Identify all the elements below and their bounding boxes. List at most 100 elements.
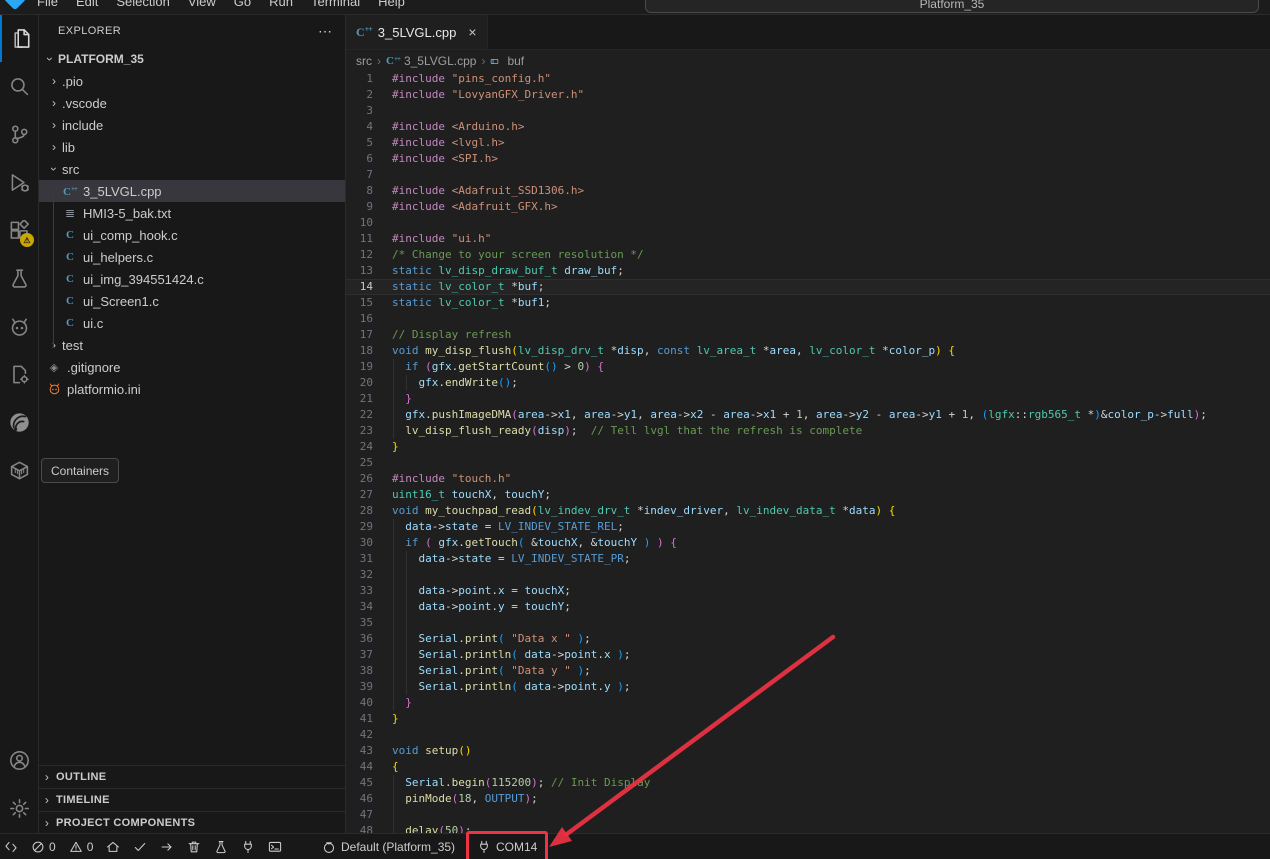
plug-icon <box>241 840 255 854</box>
pio-build-button[interactable] <box>133 834 147 859</box>
tree-item-ui-img-394551424-c[interactable]: Cui_img_394551424.c <box>38 268 345 290</box>
code-line-content: Serial.println( data->point.x ); <box>392 647 1270 663</box>
code-editor[interactable]: 1#include "pins_config.h"2#include "Lovy… <box>346 71 1270 834</box>
source-control-icon[interactable] <box>0 110 38 158</box>
serial-port-selector[interactable]: COM14 <box>477 834 537 859</box>
containers-icon[interactable] <box>0 446 38 494</box>
code-line-content: void my_disp_flush(lv_disp_drv_t *disp, … <box>392 343 1270 359</box>
tree-item-ui-helpers-c[interactable]: Cui_helpers.c <box>38 246 345 268</box>
close-icon[interactable]: × <box>468 24 476 40</box>
section-outline[interactable]: ›OUTLINE <box>38 765 345 788</box>
tree-item--vscode[interactable]: ›.vscode <box>38 92 345 114</box>
tree-item-label: HMI3-5_bak.txt <box>83 206 171 221</box>
explorer-more-actions-button[interactable]: ⋯ <box>318 23 333 40</box>
command-center-search[interactable]: Platform_35 <box>645 0 1259 13</box>
tree-item--pio[interactable]: ›.pio <box>38 70 345 92</box>
pio-serial-monitor-button[interactable] <box>241 834 255 859</box>
breadcrumb-separator: › <box>377 54 381 68</box>
code-line-content <box>392 103 1270 119</box>
title-bar: FileEditSelectionViewGoRunTerminalHelp P… <box>0 0 1270 15</box>
tab-label: 3_5LVGL.cpp <box>378 25 457 40</box>
breadcrumb-buf[interactable]: buf <box>490 54 524 68</box>
tree-item-hmi3-5-bak-txt[interactable]: ≣HMI3-5_bak.txt <box>38 202 345 224</box>
pio-test-button[interactable] <box>214 834 228 859</box>
beaker-icon <box>214 840 228 854</box>
line-number: 28 <box>346 503 373 519</box>
indent-guide <box>406 583 407 599</box>
run-debug-icon[interactable] <box>0 158 38 206</box>
warnings-item[interactable]: 0 <box>69 834 94 859</box>
chevron-down-icon: › <box>47 161 61 177</box>
tree-item-ui-c[interactable]: Cui.c <box>38 312 345 334</box>
code-line-33: 33 data->point.x = touchX; <box>346 583 1270 599</box>
tree-item-platformio-ini[interactable]: platformio.ini <box>38 378 345 400</box>
code-line-content: } <box>392 695 1270 711</box>
section-timeline[interactable]: ›TIMELINE <box>38 788 345 811</box>
tree-item--gitignore[interactable]: ◈.gitignore <box>38 356 345 378</box>
code-line-15: 15static lv_color_t *buf1; <box>346 295 1270 311</box>
line-number: 16 <box>346 311 373 327</box>
line-number: 18 <box>346 343 373 359</box>
code-line-36: 36 Serial.print( "Data x " ); <box>346 631 1270 647</box>
breadcrumb-3-5lvgl-cpp[interactable]: C++3_5LVGL.cpp <box>386 54 476 68</box>
menu-terminal[interactable]: Terminal <box>302 0 369 12</box>
menu-go[interactable]: Go <box>225 0 260 12</box>
c-file-icon: C <box>62 317 78 329</box>
test-beaker-icon[interactable] <box>0 254 38 302</box>
tree-item-src[interactable]: ›src <box>38 158 345 180</box>
pio-terminal-button[interactable] <box>268 834 282 859</box>
project-tasks-icon[interactable] <box>0 350 38 398</box>
chevron-right-icon: › <box>38 816 56 830</box>
code-line-content: gfx.endWrite(); <box>392 375 1270 391</box>
code-line-40: 40 } <box>346 695 1270 711</box>
status-count: 0 <box>49 840 56 854</box>
settings-gear-icon[interactable] <box>0 784 38 832</box>
extensions-icon[interactable]: ⚠ <box>0 206 38 254</box>
files-icon[interactable] <box>0 14 40 62</box>
pio-file-icon <box>46 382 62 396</box>
code-line-content: } <box>392 711 1270 727</box>
code-line-content: static lv_color_t *buf; <box>392 279 1270 295</box>
menu-selection[interactable]: Selection <box>107 0 178 12</box>
indent-guide <box>393 679 394 695</box>
espressif-icon[interactable] <box>0 398 38 446</box>
tree-item-lib[interactable]: ›lib <box>38 136 345 158</box>
tree-item-3-5lvgl-cpp[interactable]: C++3_5LVGL.cpp <box>38 180 345 202</box>
errors-item[interactable]: 0 <box>31 834 56 859</box>
menu-help[interactable]: Help <box>369 0 414 12</box>
c-file-icon: C <box>62 229 78 241</box>
code-line-13: 13static lv_disp_draw_buf_t draw_buf; <box>346 263 1270 279</box>
indent-guide <box>406 663 407 679</box>
pio-home-button[interactable] <box>106 834 120 859</box>
menu-edit[interactable]: Edit <box>67 0 107 12</box>
pio-clean-button[interactable] <box>187 834 201 859</box>
tree-item-label: .pio <box>62 74 83 89</box>
pio-env-selector[interactable]: Default (Platform_35) <box>322 834 455 859</box>
tab-3-5lvgl-cpp[interactable]: C++ 3_5LVGL.cpp × <box>346 14 488 49</box>
tree-item-ui-screen1-c[interactable]: Cui_Screen1.c <box>38 290 345 312</box>
env-label: Default (Platform_35) <box>341 840 455 854</box>
tree-item-ui-comp-hook-c[interactable]: Cui_comp_hook.c <box>38 224 345 246</box>
tree-item-test[interactable]: ›test <box>38 334 345 356</box>
remote-indicator[interactable] <box>4 834 18 859</box>
breadcrumb-src[interactable]: src <box>356 54 372 68</box>
code-line-content: /* Change to your screen resolution */ <box>392 247 1270 263</box>
search-icon[interactable] <box>0 62 38 110</box>
chevron-right-icon: › <box>38 793 56 807</box>
code-line-content <box>392 167 1270 183</box>
pio-upload-button[interactable] <box>160 834 174 859</box>
account-icon[interactable] <box>0 736 38 784</box>
code-line-46: 46 pinMode(18, OUTPUT); <box>346 791 1270 807</box>
section-project-components[interactable]: ›PROJECT COMPONENTS <box>38 811 345 834</box>
menu-run[interactable]: Run <box>260 0 302 12</box>
tree-root-platform-35[interactable]: › PLATFORM_35 <box>38 48 345 70</box>
line-number: 47 <box>346 807 373 823</box>
menu-file[interactable]: File <box>28 0 67 12</box>
tree-item-include[interactable]: ›include <box>38 114 345 136</box>
platformio-icon[interactable] <box>0 302 38 350</box>
c-file-icon: C <box>62 273 78 285</box>
indent-guide <box>406 551 407 567</box>
code-line-20: 20 gfx.endWrite(); <box>346 375 1270 391</box>
line-number: 4 <box>346 119 373 135</box>
menu-view[interactable]: View <box>179 0 225 12</box>
